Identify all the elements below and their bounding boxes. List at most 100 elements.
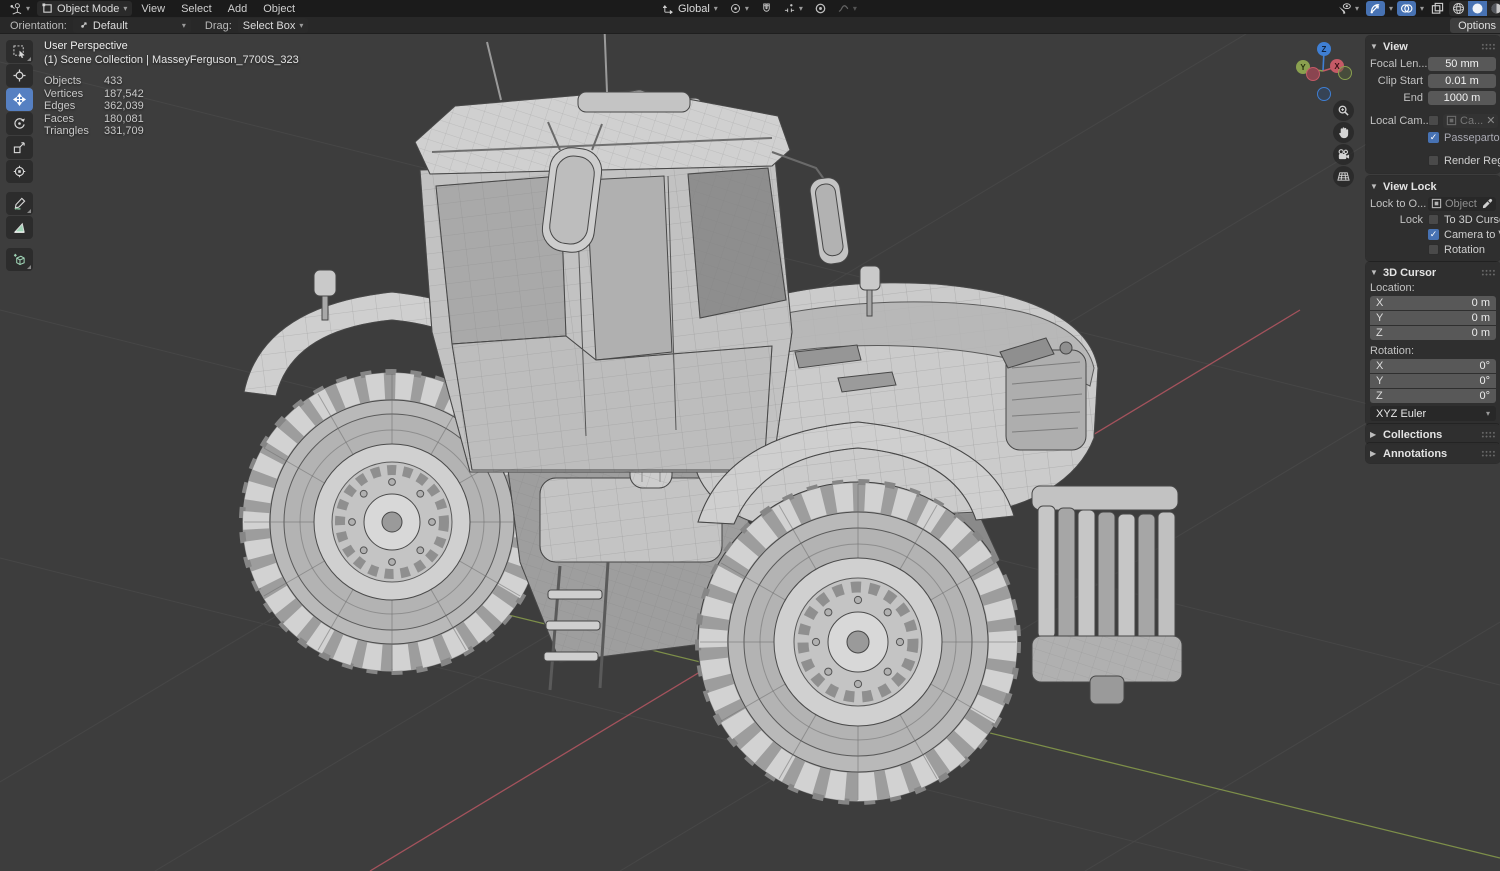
stat-value: 187,542 xyxy=(104,87,144,100)
proportional-editing-toggle[interactable] xyxy=(810,1,831,16)
panel-view-lock-header[interactable]: ▼ View Lock xyxy=(1370,178,1496,195)
panel-title: 3D Cursor xyxy=(1383,266,1437,279)
panel-3d-cursor: ▼ 3D Cursor Location: X0 m Y0 m Z0 m Rot… xyxy=(1366,262,1500,425)
tool-scale[interactable] xyxy=(6,136,33,159)
show-overlays-dropdown[interactable]: ▾ xyxy=(1418,1,1426,16)
panel-grip-handle[interactable] xyxy=(1481,43,1496,50)
panel-3d-cursor-header[interactable]: ▼ 3D Cursor xyxy=(1370,264,1496,281)
chevron-down-icon: ▼ xyxy=(1370,182,1378,191)
move-icon xyxy=(13,93,26,106)
snap-toggle[interactable] xyxy=(756,1,777,16)
transform-orientation-dropdown[interactable]: Global ▾ xyxy=(658,1,723,16)
shading-wireframe-button[interactable] xyxy=(1449,1,1468,16)
menu-view[interactable]: View xyxy=(134,1,172,16)
clip-end-label: End xyxy=(1403,91,1423,104)
camera-view-button[interactable] xyxy=(1333,144,1354,165)
lock-to-object-label: Lock to O... xyxy=(1370,197,1427,210)
orientation-value: Global xyxy=(678,2,710,15)
shading-solid-button[interactable] xyxy=(1468,1,1488,16)
view-name: User Perspective xyxy=(44,40,128,52)
editor-type-button[interactable]: ▾ xyxy=(4,1,35,16)
local-camera-label: Local Cam... xyxy=(1370,114,1428,127)
cursor-location-x-field[interactable]: X0 m xyxy=(1370,296,1496,310)
proportional-editing-icon xyxy=(815,3,826,14)
cursor-location-label: Location: xyxy=(1370,282,1415,294)
show-gizmos-dropdown[interactable]: ▾ xyxy=(1387,1,1395,16)
cursor-location-z-field[interactable]: Z0 m xyxy=(1370,326,1496,340)
xray-toggle[interactable] xyxy=(1428,1,1447,16)
tool-orientation-dropdown[interactable]: Default ▾ xyxy=(72,18,191,33)
passepartout-checkbox[interactable]: ✓ xyxy=(1428,132,1439,143)
viewport-3d[interactable] xyxy=(0,34,1500,871)
lock-object-field[interactable]: Object xyxy=(1428,196,1496,211)
panel-grip-handle[interactable] xyxy=(1481,450,1496,457)
clip-start-field[interactable]: 0.01 m xyxy=(1428,73,1496,88)
tool-transform[interactable] xyxy=(6,160,33,183)
object-visibility-dropdown[interactable]: ▾ xyxy=(1333,1,1364,16)
solid-sphere-icon xyxy=(1472,3,1483,14)
cursor-rotation-y-field[interactable]: Y 0° xyxy=(1370,374,1496,388)
drag-dropdown[interactable]: Select Box ▾ xyxy=(237,18,309,33)
options-button[interactable]: Options xyxy=(1450,18,1500,33)
cursor-location-y-field[interactable]: Y0 m xyxy=(1370,311,1496,325)
shading-material-button[interactable] xyxy=(1487,1,1500,16)
chevron-down-icon: ▾ xyxy=(1355,3,1360,13)
tractor-wireframe-model[interactable] xyxy=(239,34,1183,805)
mode-dropdown[interactable]: Object Mode ▾ xyxy=(37,1,133,16)
menu-select[interactable]: Select xyxy=(174,1,219,16)
hand-icon xyxy=(1339,127,1349,139)
panel-collections-header[interactable]: ▶ Collections xyxy=(1370,426,1496,443)
tool-measure[interactable] xyxy=(6,216,33,239)
show-gizmos-toggle[interactable] xyxy=(1366,1,1386,16)
to-3d-cursor-checkbox[interactable] xyxy=(1428,214,1439,225)
menu-add[interactable]: Add xyxy=(221,1,255,16)
panel-grip-handle[interactable] xyxy=(1481,431,1496,438)
panel-view-header[interactable]: ▼ View xyxy=(1370,38,1496,55)
panel-annotations-header[interactable]: ▶ Annotations xyxy=(1370,445,1496,462)
focal-length-field[interactable]: 50 mm xyxy=(1428,56,1496,71)
pan-button[interactable] xyxy=(1333,122,1354,143)
toolbar xyxy=(6,40,34,272)
tool-add-cube[interactable] xyxy=(6,248,33,271)
rotation-mode-value: XYZ Euler xyxy=(1376,407,1427,420)
stat-label: Triangles xyxy=(44,125,89,138)
magnet-icon xyxy=(763,3,770,12)
pivot-point-dropdown[interactable]: ▾ xyxy=(725,1,754,16)
tool-annotate[interactable] xyxy=(6,192,33,215)
to-3d-cursor-label: To 3D Cursor xyxy=(1444,213,1500,226)
navigation-gizmo[interactable]: Z Y X xyxy=(1290,34,1366,110)
snap-settings-dropdown[interactable]: ▾ xyxy=(779,1,808,16)
render-region-label: Render Regi... xyxy=(1444,154,1500,167)
wireframe-sphere-icon xyxy=(1453,3,1465,14)
local-camera-checkbox[interactable] xyxy=(1428,115,1439,126)
visibility-eye-icon xyxy=(1338,3,1351,15)
menu-object[interactable]: Object xyxy=(256,1,302,16)
proportional-falloff-dropdown[interactable]: ▾ xyxy=(833,1,862,16)
orientation-label: Orientation: xyxy=(10,19,67,32)
shading-mode-group xyxy=(1449,1,1500,16)
cursor-rotation-x-field[interactable]: X 0° xyxy=(1370,359,1496,373)
perspective-toggle-button[interactable] xyxy=(1333,166,1354,187)
lock-label: Lock xyxy=(1399,213,1423,226)
eyedropper-icon[interactable] xyxy=(1482,198,1493,209)
clip-end-field[interactable]: 1000 m xyxy=(1428,90,1496,105)
orientation-axes-icon xyxy=(663,4,673,14)
clear-icon[interactable]: ✕ xyxy=(1486,114,1495,127)
camera-to-view-checkbox[interactable]: ✓ xyxy=(1428,229,1439,240)
zoom-button[interactable] xyxy=(1333,100,1354,121)
panel-grip-handle[interactable] xyxy=(1481,269,1496,276)
render-region-checkbox[interactable] xyxy=(1428,155,1439,166)
local-camera-field[interactable]: Ca... ✕ xyxy=(1443,113,1499,128)
mode-label: Object Mode xyxy=(57,2,120,15)
tool-select-box[interactable] xyxy=(6,40,33,63)
tool-move[interactable] xyxy=(6,88,33,111)
show-overlays-toggle[interactable] xyxy=(1397,1,1417,16)
panel-title: View Lock xyxy=(1383,180,1437,193)
stat-value: 180,081 xyxy=(104,112,144,125)
tool-rotate[interactable] xyxy=(6,112,33,135)
rotation-mode-dropdown[interactable]: XYZ Euler ▾ xyxy=(1370,406,1496,421)
cursor-rotation-z-field[interactable]: Z 0° xyxy=(1370,389,1496,403)
clip-start-label: Clip Start xyxy=(1377,74,1423,87)
tool-cursor[interactable] xyxy=(6,64,33,87)
lock-rotation-checkbox[interactable] xyxy=(1428,244,1439,255)
